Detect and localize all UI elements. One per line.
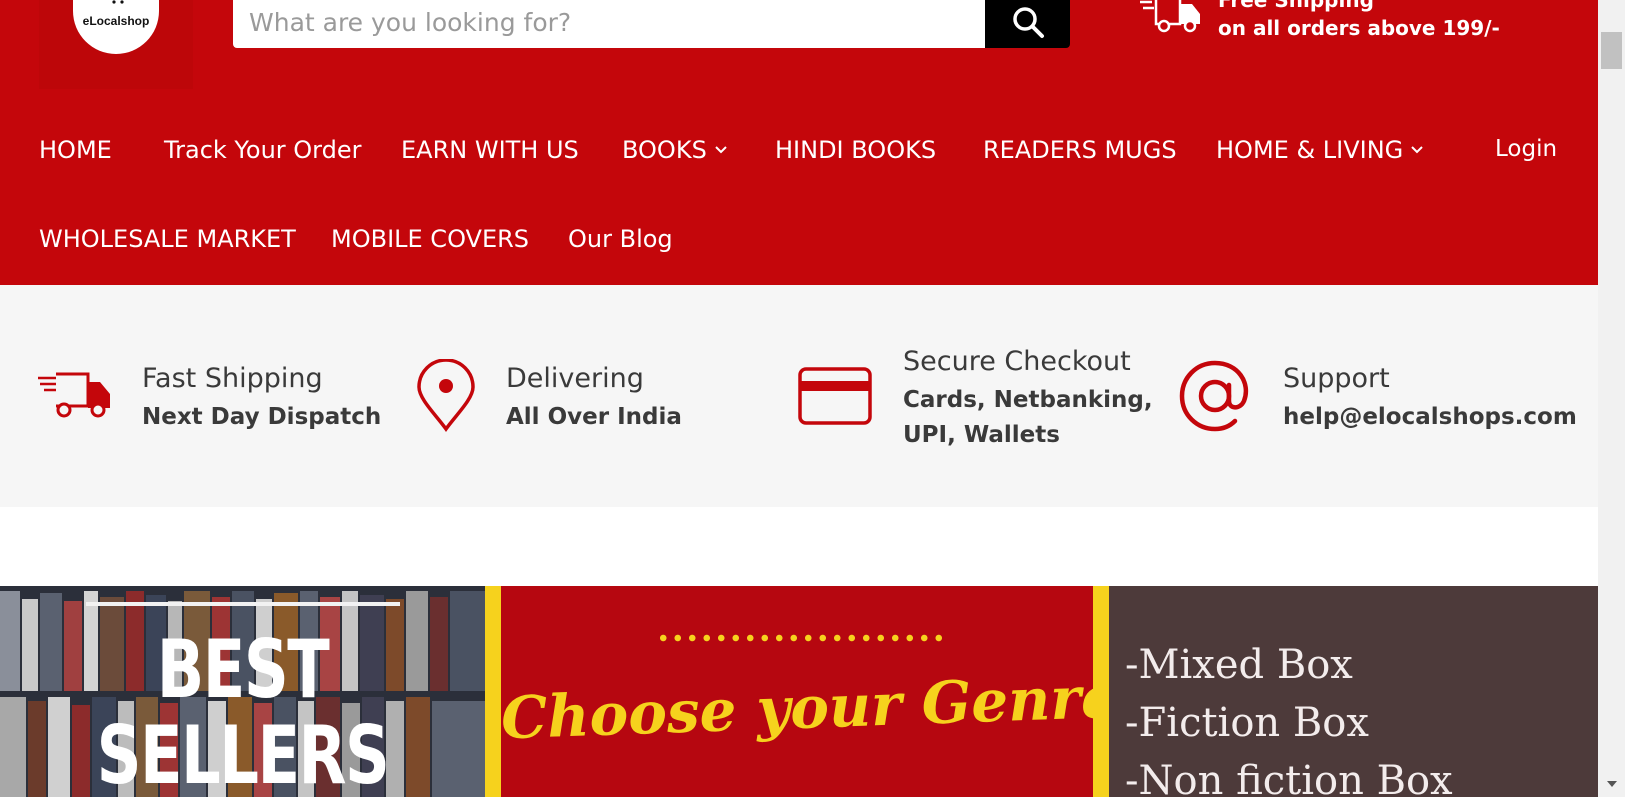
nav-our-blog[interactable]: Our Blog <box>568 225 673 253</box>
nav-mobile-covers[interactable]: MOBILE COVERS <box>331 225 529 253</box>
best-sellers-panel[interactable]: BEST SELLERS <box>0 586 485 797</box>
shipping-title: Free Shipping <box>1218 0 1374 12</box>
nav-home[interactable]: HOME <box>39 136 112 164</box>
location-pin-icon <box>417 359 475 433</box>
choose-genre-panel[interactable]: Choose your Genre <box>499 586 1119 797</box>
chevron-down-icon <box>1411 146 1423 154</box>
nav-mobile-label: MOBILE COVERS <box>331 225 530 253</box>
nav-earn-with-us[interactable]: EARN WITH US <box>401 136 579 164</box>
nav-track-order[interactable]: Track Your Order <box>164 136 362 164</box>
yellow-divider <box>1093 586 1109 797</box>
genre-banner[interactable]: BEST SELLERS Choose your Genre -Mixed Bo… <box>0 586 1598 797</box>
nav-blog-label: Our Blog <box>568 225 673 253</box>
scroll-down-button[interactable] <box>1598 770 1625 797</box>
logo-badge: eLocalshop <box>73 0 159 54</box>
best-sellers-heading-2: SELLERS <box>96 709 390 797</box>
login-label: Login <box>1495 136 1558 162</box>
divider-line <box>86 602 400 606</box>
arrow-down-icon <box>1606 780 1617 787</box>
logo-text: eLocalshop <box>82 14 150 28</box>
nav-mugs-label: READERS MUGS <box>983 136 1177 164</box>
shipping-subtitle: on all orders above 199/- <box>1218 16 1500 40</box>
nav-hindi-label: HINDI BOOKS <box>775 136 937 164</box>
at-sign-icon <box>1179 360 1249 432</box>
box-option-mixed: -Mixed Box <box>1125 642 1353 688</box>
search-icon <box>1012 7 1044 38</box>
nav-track-order-label: Track Your Order <box>164 136 362 164</box>
box-options-panel[interactable]: -Mixed Box -Fiction Box -Non fiction Box <box>1109 586 1598 797</box>
site-header: eLocalshop Free Shipping on all orders a… <box>0 0 1598 285</box>
nav-wholesale-label: WHOLESALE MARKET <box>39 225 296 253</box>
nav-home-label: HOME <box>39 136 112 164</box>
feature-title: Support <box>1283 363 1390 394</box>
dotted-decoration <box>656 634 946 642</box>
nav-earn-label: EARN WITH US <box>401 136 579 164</box>
credit-card-icon <box>798 367 872 425</box>
feature-subtitle: Next Day Dispatch <box>142 404 382 430</box>
vertical-scrollbar[interactable] <box>1598 0 1625 797</box>
cart-icon <box>112 0 124 4</box>
nav-readers-mugs[interactable]: READERS MUGS <box>983 136 1177 164</box>
yellow-divider <box>485 586 501 797</box>
choose-genre-heading: Choose your Genre <box>499 662 1119 753</box>
nav-books[interactable]: BOOKS <box>622 136 727 164</box>
scrollbar-thumb[interactable] <box>1601 32 1622 69</box>
site-logo[interactable]: eLocalshop <box>39 0 193 89</box>
search-button[interactable] <box>985 0 1070 48</box>
support-email[interactable]: help@elocalshops.com <box>1283 400 1577 435</box>
feature-title: Delivering <box>506 363 644 394</box>
chevron-down-icon <box>715 146 727 154</box>
delivery-truck-icon <box>1140 0 1200 33</box>
page: eLocalshop Free Shipping on all orders a… <box>0 0 1598 797</box>
login-link[interactable]: Login <box>1495 136 1557 162</box>
feature-title: Fast Shipping <box>142 363 323 394</box>
feature-subtitle: Cards, Netbanking, <box>903 387 1153 413</box>
box-option-fiction: -Fiction Box <box>1125 700 1369 746</box>
nav-home-living[interactable]: HOME & LIVING <box>1216 136 1423 164</box>
best-sellers-heading: BEST <box>156 623 330 716</box>
nav-books-label: BOOKS <box>622 136 707 164</box>
box-option-non-fiction: -Non fiction Box <box>1125 758 1453 797</box>
feature-subtitle: All Over India <box>506 404 682 430</box>
nav-wholesale-market[interactable]: WHOLESALE MARKET <box>39 225 296 253</box>
nav-hindi-books[interactable]: HINDI BOOKS <box>775 136 936 164</box>
delivery-truck-icon <box>38 372 110 418</box>
feature-title: Secure Checkout <box>903 346 1131 377</box>
feature-subtitle: UPI, Wallets <box>903 422 1060 448</box>
search-input[interactable] <box>233 0 985 48</box>
features-strip: Fast Shipping Next Day Dispatch Deliveri… <box>0 285 1598 507</box>
nav-living-label: HOME & LIVING <box>1216 136 1404 164</box>
